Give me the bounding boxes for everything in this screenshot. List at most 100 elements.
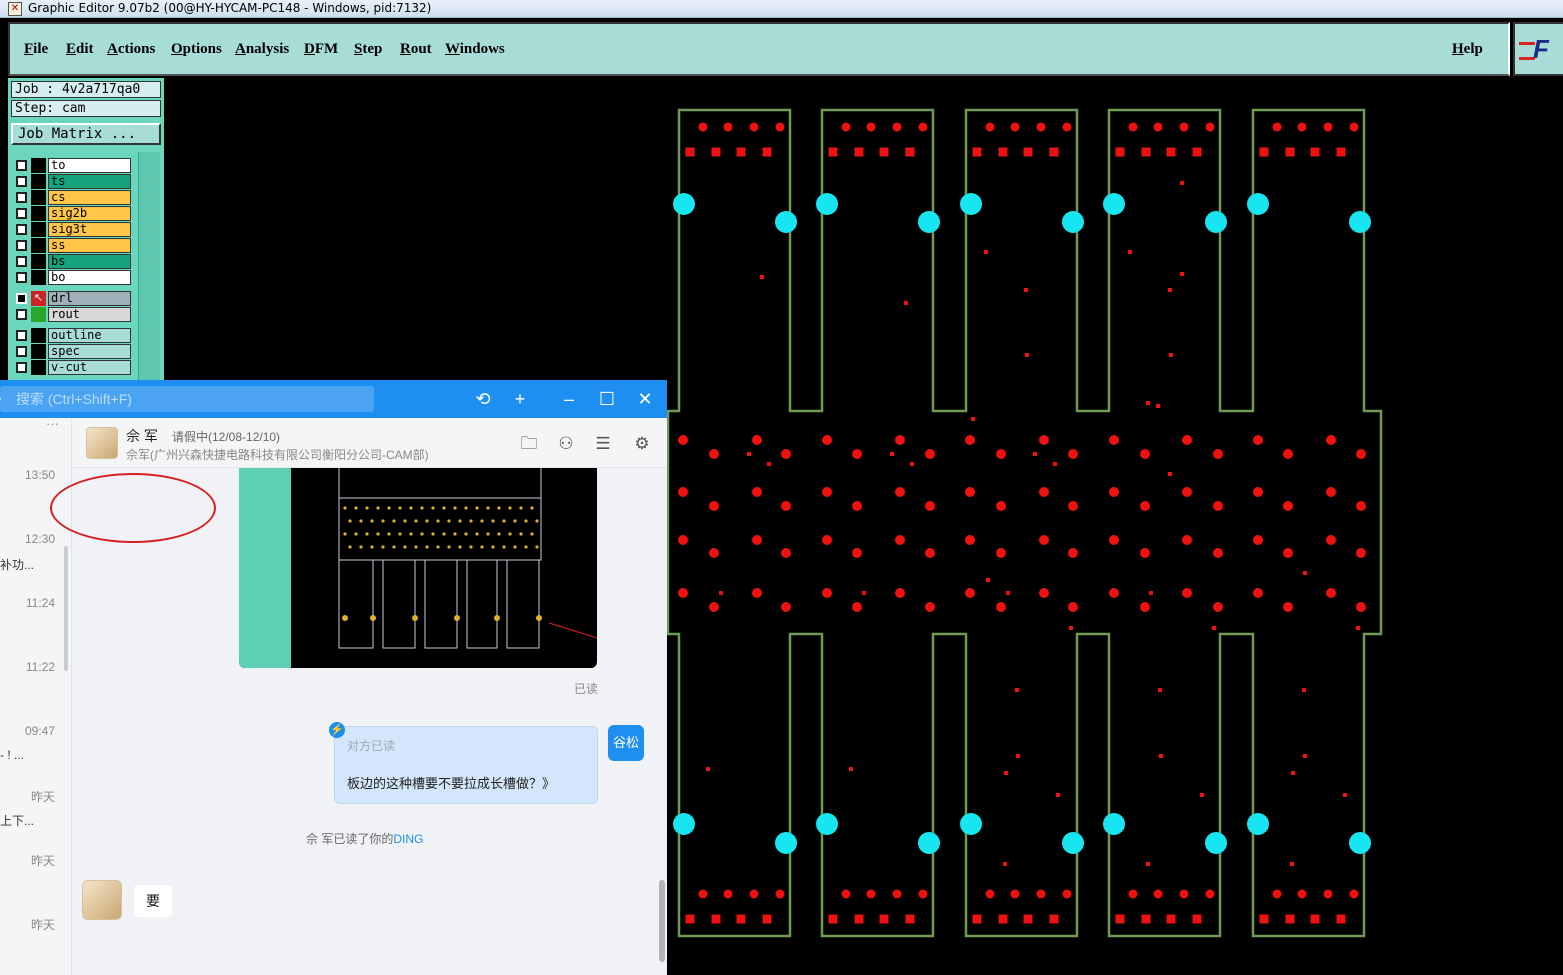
layer-row-cs[interactable]: cs: [13, 190, 133, 205]
conv-time[interactable]: 13:50: [0, 468, 55, 482]
layer-flag[interactable]: [31, 206, 46, 221]
conv-snippet[interactable]: 上下...: [0, 812, 34, 829]
layer-checkbox[interactable]: [16, 240, 27, 251]
layer-row-v-cut[interactable]: v-cut: [13, 360, 133, 375]
layer-row-sig2b[interactable]: sig2b: [13, 206, 133, 221]
more-icon[interactable]: ···: [46, 416, 59, 431]
layer-row-spec[interactable]: spec: [13, 344, 133, 359]
minimize-icon[interactable]: –: [557, 387, 581, 411]
layer-row-sig3t[interactable]: sig3t: [13, 222, 133, 237]
chat-scrollbar[interactable]: [659, 880, 665, 962]
layer-name[interactable]: drl: [48, 291, 131, 306]
ding-message[interactable]: 对方已读 板边的这种槽要不要拉成长槽做？》: [334, 726, 598, 804]
add-icon[interactable]: +: [508, 387, 532, 411]
layer-flag[interactable]: [31, 174, 46, 189]
layer-name[interactable]: ss: [48, 238, 131, 253]
layer-name[interactable]: to: [48, 158, 131, 173]
layer-row-outline[interactable]: outline: [13, 328, 133, 343]
menu-rout[interactable]: Rout: [400, 41, 432, 58]
conv-snippet[interactable]: 补功...: [0, 556, 34, 573]
layer-checkbox[interactable]: [16, 256, 27, 267]
layer-flag[interactable]: [31, 344, 46, 359]
layer-row-bs[interactable]: bs: [13, 254, 133, 269]
layer-row-to[interactable]: to: [13, 158, 133, 173]
layer-checkbox[interactable]: [16, 192, 27, 203]
search-history-icon[interactable]: ☰: [592, 433, 614, 455]
layer-row-bo[interactable]: bo: [13, 270, 133, 285]
layer-name[interactable]: ts: [48, 174, 131, 189]
contact-avatar[interactable]: [86, 427, 118, 459]
search-input[interactable]: ⌕ 搜索 (Ctrl+Shift+F): [0, 386, 374, 412]
window-titlebar[interactable]: ✕ Graphic Editor 9.07b2 (00@HY-HYCAM-PC1…: [0, 0, 1563, 18]
cam-canvas[interactable]: [665, 78, 1563, 975]
menu-windows[interactable]: Windows: [445, 41, 505, 58]
layer-flag[interactable]: [31, 307, 46, 322]
conversation-scrollbar[interactable]: [64, 546, 68, 671]
layer-flag[interactable]: [31, 222, 46, 237]
image-message[interactable]: [239, 468, 597, 668]
close-icon[interactable]: ✕: [633, 387, 657, 411]
menu-analysis[interactable]: Analysis: [235, 41, 289, 58]
layer-name[interactable]: sig3t: [48, 222, 131, 237]
layer-row-rout[interactable]: rout: [13, 307, 133, 322]
layer-name[interactable]: cs: [48, 190, 131, 205]
conv-time[interactable]: 11:24: [0, 596, 55, 610]
layer-name[interactable]: sig2b: [48, 206, 131, 221]
layer-checkbox[interactable]: [16, 346, 27, 357]
layer-name[interactable]: rout: [48, 307, 131, 322]
conv-time[interactable]: 昨天: [0, 788, 55, 805]
reply-message[interactable]: 要: [134, 885, 172, 917]
layer-flag[interactable]: [31, 270, 46, 285]
layer-name[interactable]: bo: [48, 270, 131, 285]
square-pad: [905, 914, 915, 924]
reply-avatar[interactable]: [82, 880, 122, 920]
layer-flag[interactable]: [31, 190, 46, 205]
layer-checkbox[interactable]: [16, 224, 27, 235]
my-avatar[interactable]: 谷松: [608, 725, 644, 761]
pad: [678, 435, 688, 445]
job-matrix-button[interactable]: Job Matrix ...: [11, 123, 161, 145]
layer-checkbox[interactable]: [16, 272, 27, 283]
layer-row-ts[interactable]: ts: [13, 174, 133, 189]
layer-flag[interactable]: [31, 360, 46, 375]
conv-time[interactable]: 09:47: [0, 724, 55, 738]
layer-flag[interactable]: [31, 158, 46, 173]
layer-checkbox[interactable]: [16, 293, 27, 304]
menu-actions[interactable]: Actions: [107, 41, 155, 58]
conv-snippet[interactable]: - ! ...: [0, 748, 24, 762]
layer-row-drl[interactable]: ↖ drl: [13, 291, 133, 306]
contact-name[interactable]: 佘 军: [126, 426, 158, 446]
menu-dfm[interactable]: DFM: [304, 41, 338, 58]
menu-file[interactable]: File: [24, 41, 48, 58]
menu-edit[interactable]: Edit: [66, 41, 94, 58]
menu-step[interactable]: Step: [354, 41, 382, 58]
conv-time[interactable]: 昨天: [0, 916, 55, 933]
maximize-icon[interactable]: ☐: [595, 387, 619, 411]
layer-name[interactable]: bs: [48, 254, 131, 269]
layer-flag[interactable]: [31, 328, 46, 343]
layer-row-ss[interactable]: ss: [13, 238, 133, 253]
layer-checkbox[interactable]: [16, 309, 27, 320]
menu-options[interactable]: Options: [171, 41, 222, 58]
layer-checkbox[interactable]: [16, 160, 27, 171]
layer-flag[interactable]: [31, 238, 46, 253]
layer-name[interactable]: v-cut: [48, 360, 131, 375]
conv-time[interactable]: 昨天: [0, 852, 55, 869]
layer-checkbox[interactable]: [16, 330, 27, 341]
layer-panel-scrollbar[interactable]: [138, 152, 160, 380]
menu-help[interactable]: Help: [1452, 41, 1483, 58]
layer-checkbox[interactable]: [16, 362, 27, 373]
folder-icon[interactable]: 🗀: [518, 433, 540, 455]
layer-name[interactable]: spec: [48, 344, 131, 359]
conv-time[interactable]: 11:22: [0, 660, 55, 674]
layer-checkbox[interactable]: [16, 208, 27, 219]
history-icon[interactable]: ⟲: [471, 387, 495, 411]
conv-time[interactable]: 12:30: [0, 532, 55, 546]
layer-flag[interactable]: [31, 254, 46, 269]
work-layer-icon[interactable]: ↖: [31, 291, 46, 306]
ding-link[interactable]: DING: [393, 832, 423, 846]
layer-checkbox[interactable]: [16, 176, 27, 187]
layer-name[interactable]: outline: [48, 328, 131, 343]
settings-icon[interactable]: ⚙: [631, 433, 653, 455]
add-member-icon[interactable]: ⚇: [555, 433, 577, 455]
